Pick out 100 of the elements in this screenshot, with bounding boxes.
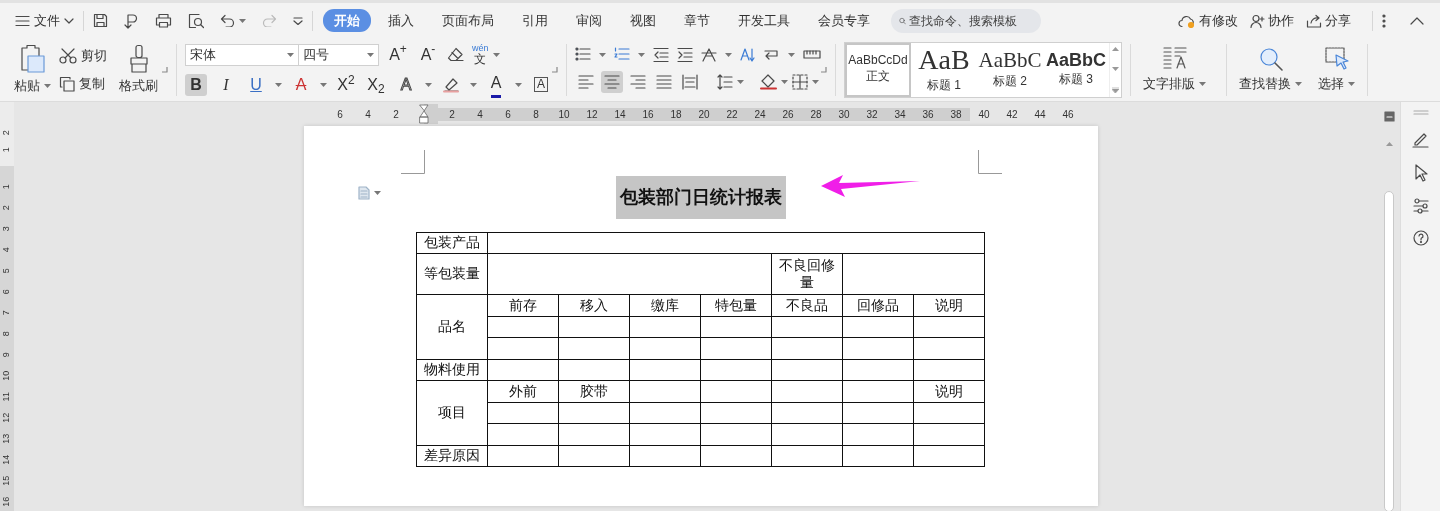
ribbon-tab[interactable]: 页面布局 xyxy=(431,8,505,33)
undo-icon[interactable] xyxy=(220,14,235,27)
caret-icon[interactable] xyxy=(781,79,788,84)
caret-icon[interactable] xyxy=(320,82,327,87)
pen-icon[interactable] xyxy=(1412,131,1429,148)
print-icon[interactable] xyxy=(155,13,172,28)
caret-icon[interactable] xyxy=(367,52,374,57)
caret-icon[interactable] xyxy=(788,52,795,57)
export-icon[interactable] xyxy=(124,12,139,29)
sup-button[interactable]: X$^{2}$ xyxy=(335,73,357,96)
text-layout-icon[interactable] xyxy=(1161,45,1188,72)
shrink-font-button[interactable]: A$^{-}$ xyxy=(417,43,439,66)
borders-icon[interactable] xyxy=(792,73,808,90)
indent-icon[interactable] xyxy=(677,46,693,63)
caret-icon[interactable] xyxy=(239,18,246,23)
chevron-down-icon[interactable] xyxy=(64,17,74,24)
format-painter-button[interactable]: 格式刷 xyxy=(115,43,162,96)
caret-icon[interactable] xyxy=(515,82,522,87)
phonetic-guide-button[interactable]: wén 文 xyxy=(472,44,500,65)
view-toggle-icon[interactable] xyxy=(1383,111,1395,123)
bullet-list-icon[interactable] xyxy=(575,46,591,63)
copy-icon[interactable] xyxy=(59,75,75,92)
caret-icon[interactable] xyxy=(638,52,645,57)
style-option[interactable]: AaBbC 标题 2 xyxy=(977,42,1043,97)
bold-button[interactable]: B xyxy=(185,73,207,96)
selection-icon[interactable] xyxy=(1323,45,1350,72)
cursor-icon[interactable] xyxy=(1413,164,1428,182)
search-field[interactable]: 查找命令、搜索模板 xyxy=(891,8,1041,33)
caret-icon[interactable] xyxy=(737,79,744,84)
file-menu[interactable]: 文件 xyxy=(34,10,60,31)
copy-button[interactable]: 复制 xyxy=(59,71,107,96)
caret-icon[interactable] xyxy=(425,82,432,87)
customize-caret-icon[interactable] xyxy=(293,16,303,25)
paste-button[interactable]: 粘贴 xyxy=(10,43,55,96)
add-user-icon[interactable] xyxy=(1250,13,1265,28)
sub-button[interactable]: X$_{2}$ xyxy=(365,73,387,96)
more-options-icon[interactable] xyxy=(1382,13,1386,28)
strike-button[interactable]: A xyxy=(290,73,312,96)
scissors-icon[interactable] xyxy=(59,47,77,64)
select-button[interactable]: 选择 xyxy=(1314,45,1359,94)
share-button[interactable]: 分享 xyxy=(1306,10,1351,31)
caret-icon[interactable] xyxy=(812,79,819,84)
share-icon[interactable] xyxy=(1306,13,1322,28)
font-size-select[interactable]: 四号 xyxy=(299,43,379,66)
find-replace-icon[interactable] xyxy=(1257,45,1284,72)
changes-button[interactable]: 有修改 xyxy=(1178,10,1238,31)
help-icon[interactable] xyxy=(1412,230,1429,246)
ribbon-tab[interactable]: 审阅 xyxy=(565,8,613,33)
find-replace-button[interactable]: 查找替换 xyxy=(1235,45,1306,94)
cloud-icon[interactable] xyxy=(1178,13,1196,28)
menu-icon[interactable] xyxy=(15,14,30,27)
grip-icon[interactable] xyxy=(1412,110,1429,115)
ribbon-tab[interactable]: 章节 xyxy=(673,8,721,33)
eraser-icon[interactable] xyxy=(447,47,464,62)
caret-icon[interactable] xyxy=(599,52,606,57)
caret-icon[interactable] xyxy=(44,83,51,88)
indent-marker-icon[interactable] xyxy=(419,104,429,124)
ribbon-tab[interactable]: 开发工具 xyxy=(727,8,801,33)
text-layout-button[interactable]: 文字排版 xyxy=(1139,45,1210,94)
underline-button[interactable]: U xyxy=(245,73,267,96)
sort-icon[interactable] xyxy=(740,46,756,63)
shading-icon[interactable] xyxy=(760,73,777,90)
outdent-icon[interactable] xyxy=(653,46,669,63)
grow-font-button[interactable]: A$^{+}$ xyxy=(387,43,409,66)
caret-icon[interactable] xyxy=(725,52,732,57)
cut-button[interactable]: 剪切 xyxy=(59,43,107,68)
ribbon-tab[interactable]: 会员专享 xyxy=(807,8,881,33)
line-spacing-icon[interactable] xyxy=(717,73,733,90)
italic-button[interactable]: I xyxy=(215,73,237,96)
brush-icon[interactable] xyxy=(127,43,150,74)
border-button[interactable]: A xyxy=(530,73,552,96)
caret-icon[interactable] xyxy=(275,82,282,87)
caret-icon[interactable] xyxy=(1199,81,1206,86)
collapse-icon[interactable] xyxy=(1410,17,1424,26)
ribbon-tab[interactable]: 插入 xyxy=(377,8,425,33)
style-option[interactable]: AaBbCcDd 正文 xyxy=(845,42,911,97)
color-button[interactable]: A xyxy=(485,73,507,96)
ribbon-tab[interactable]: 视图 xyxy=(619,8,667,33)
scrollbar-thumb[interactable] xyxy=(1384,191,1394,511)
numbered-list-icon[interactable] xyxy=(614,46,630,63)
scroll-down-icon[interactable] xyxy=(1112,66,1119,71)
caret-icon[interactable] xyxy=(374,191,381,195)
ribbon-tab[interactable]: 引用 xyxy=(511,8,559,33)
print-preview-icon[interactable] xyxy=(188,12,204,29)
save-icon[interactable] xyxy=(93,13,108,28)
scroll-up-icon[interactable] xyxy=(1112,46,1119,51)
effect-button[interactable]: A xyxy=(395,73,417,96)
caret-icon[interactable] xyxy=(492,52,500,57)
caret-icon[interactable] xyxy=(1348,81,1355,86)
style-option[interactable]: AaB 标题 1 xyxy=(911,42,977,97)
expand-gallery-icon[interactable] xyxy=(1112,86,1119,93)
font-select[interactable]: 宋体 xyxy=(185,43,299,66)
text-direction-icon[interactable] xyxy=(701,46,717,63)
caret-icon[interactable] xyxy=(287,52,294,57)
sliders-icon[interactable] xyxy=(1412,198,1429,214)
collaborate-button[interactable]: 协作 xyxy=(1250,10,1294,31)
scroll-up-icon[interactable] xyxy=(1385,142,1393,147)
style-option[interactable]: AaBbC 标题 3 xyxy=(1043,42,1109,97)
caret-icon[interactable] xyxy=(1295,81,1302,86)
caret-icon[interactable] xyxy=(470,82,477,87)
